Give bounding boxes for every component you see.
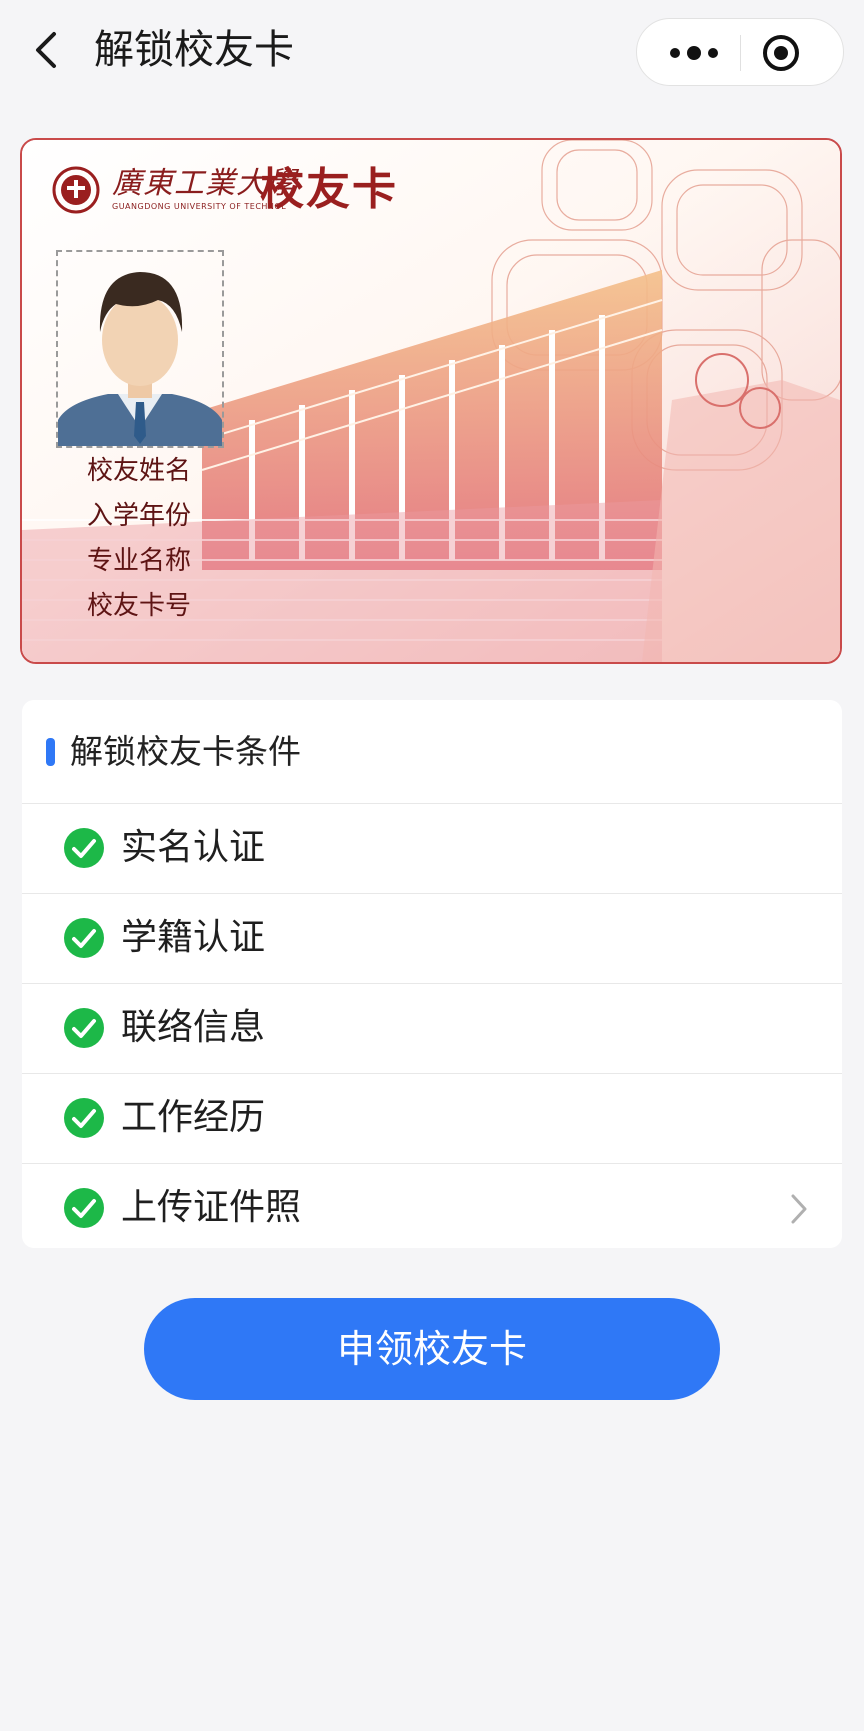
check-circle-icon: [64, 1008, 104, 1048]
condition-item-student-status[interactable]: 学籍认证: [22, 894, 842, 984]
capsule-divider: [740, 35, 741, 71]
check-circle-icon: [64, 1188, 104, 1228]
more-dots-icon: [670, 46, 718, 60]
check-circle-icon: [64, 918, 104, 958]
condition-label: 实名认证: [121, 827, 266, 868]
chevron-left-icon: [36, 32, 56, 68]
section-title: 解锁校友卡条件: [70, 732, 301, 771]
condition-item-contact-info[interactable]: 联络信息: [22, 984, 842, 1074]
condition-item-upload-photo[interactable]: 上传证件照: [22, 1164, 842, 1253]
unlock-conditions-panel: 解锁校友卡条件 实名认证 学籍认证 联络信息 工作经历 上传证件照: [22, 700, 842, 1248]
avatar-icon: [58, 272, 222, 446]
navigation-bar: 解锁校友卡: [0, 0, 864, 104]
mini-program-capsule: [636, 18, 844, 86]
check-circle-icon: [64, 828, 104, 868]
more-button[interactable]: [663, 37, 725, 69]
card-title: 校友卡: [260, 164, 398, 215]
check-circle-icon: [64, 1098, 104, 1138]
condition-item-work-history[interactable]: 工作经历: [22, 1074, 842, 1164]
major-name-label: 专业名称: [87, 546, 192, 576]
university-logo-icon: [52, 166, 100, 214]
condition-item-real-name[interactable]: 实名认证: [22, 804, 842, 894]
condition-label: 工作经历: [121, 1097, 266, 1138]
apply-card-button[interactable]: 申领校友卡: [144, 1298, 720, 1400]
page-title: 解锁校友卡: [94, 27, 294, 73]
alumni-name-label: 校友姓名: [87, 456, 192, 486]
condition-label: 联络信息: [121, 1007, 266, 1048]
condition-label: 上传证件照: [121, 1187, 302, 1228]
condition-label: 学籍认证: [121, 917, 266, 958]
target-circle-icon: [763, 35, 799, 71]
card-number-label: 校友卡号: [87, 591, 192, 621]
panel-header: 解锁校友卡条件: [22, 700, 842, 804]
chevron-right-icon: [791, 1194, 807, 1224]
enrollment-year-label: 入学年份: [87, 501, 192, 531]
alumni-card: 廣東工業大學 GUANGDONG UNIVERSITY OF TECHNOL 校…: [20, 138, 842, 664]
photo-placeholder[interactable]: [56, 250, 224, 448]
section-accent-bar: [46, 738, 55, 766]
close-button[interactable]: [761, 33, 801, 73]
back-button[interactable]: [28, 28, 68, 72]
